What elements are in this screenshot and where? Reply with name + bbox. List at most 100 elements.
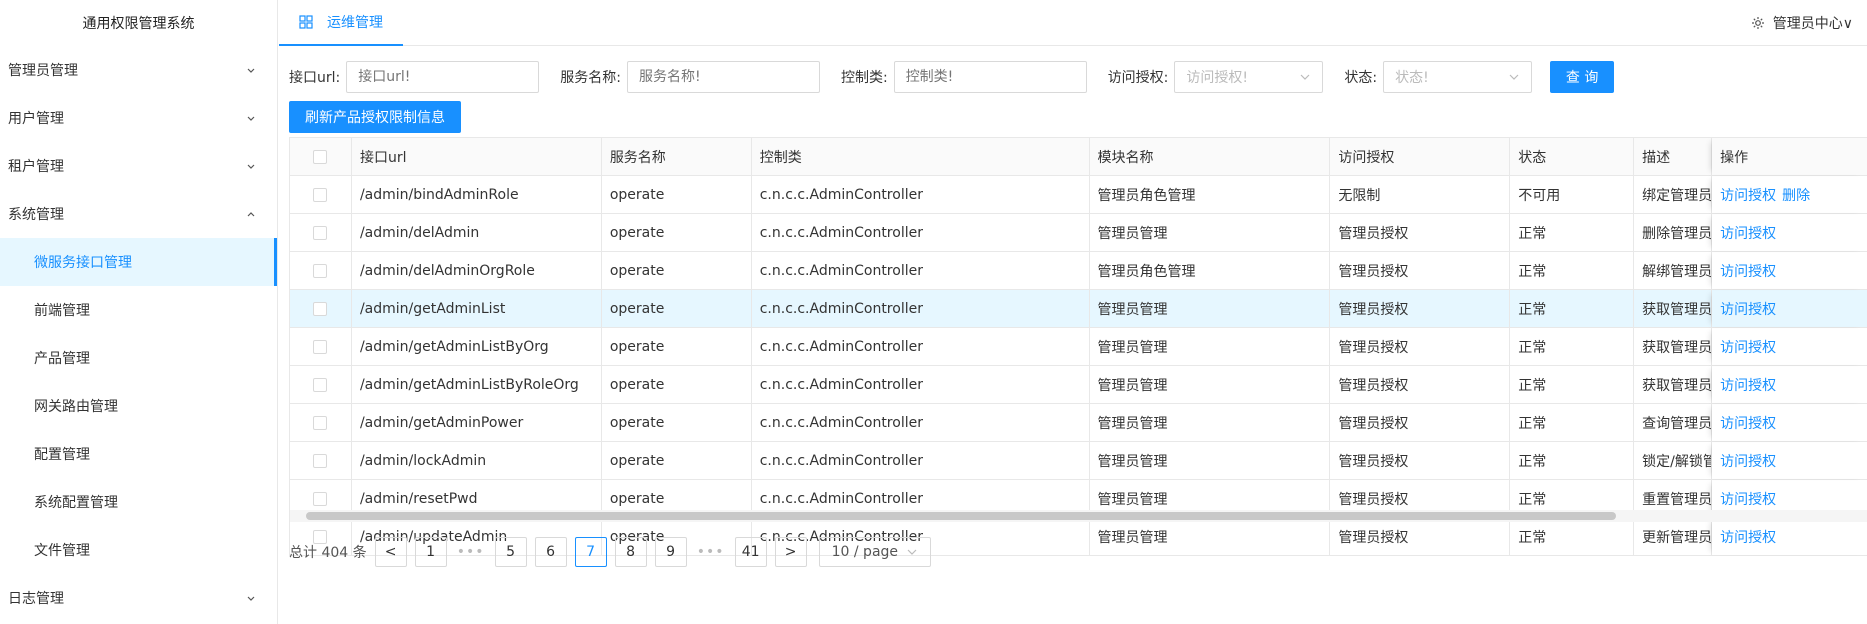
chevron-down-icon [247,596,255,601]
access-auth-link[interactable]: 访问授权 [1720,185,1776,205]
cell-desc: 获取管理员 [1634,290,1713,327]
sidebar-item[interactable]: 日志管理 [0,574,277,622]
page-button[interactable]: 41 [734,537,767,567]
service-input[interactable] [626,61,820,93]
row-checkbox[interactable] [313,187,328,202]
sidebar-item[interactable]: 文件管理 [0,526,277,574]
table-row[interactable]: /admin/bindAdminRole operate c.n.c.c.Admin… [290,176,1867,214]
query-button[interactable]: 查 询 [1550,61,1615,93]
access-auth-link[interactable]: 访问授权 [1720,527,1776,547]
access-select[interactable]: 访问授权! [1174,61,1324,93]
cell-status: 正常 [1510,252,1635,289]
scrollbar-thumb[interactable] [306,512,1616,520]
chevron-down-icon [1509,74,1519,80]
status-label: 状态: [1344,70,1378,86]
checkbox-cell [290,366,352,403]
row-checkbox[interactable] [313,415,328,430]
page-button[interactable]: 1 [414,537,447,567]
cell-access: 管理员授权 [1330,404,1511,441]
total-count: 总计 404 条 [289,545,367,561]
checkbox-cell [290,214,352,251]
row-checkbox[interactable] [313,491,328,506]
cell-ops: 访问授权 [1712,366,1867,403]
sidebar-item[interactable]: 微服务接口管理 [0,238,277,286]
chevron-down-icon [1300,74,1310,80]
access-auth-link[interactable]: 访问授权 [1720,223,1776,243]
page-button[interactable]: 9 [654,537,687,567]
table-row[interactable]: /admin/getAdminListByOrg operate c.n.c.c.A… [290,328,1867,366]
cell-service: operate [602,328,752,365]
column-header: 状态 [1510,138,1635,175]
cell-ops: 访问授权 [1712,252,1867,289]
checkbox-cell [290,328,352,365]
page-button[interactable]: 7 [574,537,607,567]
sidebar-menu: 管理员管理 用户管理 租户管理 系统管理 微服务接口管理 前端管理 产品管理 网关路由管理 配置… [0,46,277,622]
cell-url: /admin/delAdminOrgRole [352,252,602,289]
cell-desc: 获取管理员 [1634,328,1713,365]
sidebar-item[interactable]: 网关路由管理 [0,382,277,430]
prev-page-button[interactable]: < [374,537,407,567]
row-checkbox[interactable] [313,301,328,316]
access-auth-link[interactable]: 访问授权 [1720,299,1776,319]
page-button[interactable]: 8 [614,537,647,567]
row-checkbox[interactable] [313,263,328,278]
access-auth-link[interactable]: 访问授权 [1720,261,1776,281]
url-input[interactable] [346,61,540,93]
column-header: 接口url [352,138,602,175]
sidebar-item[interactable]: 前端管理 [0,286,277,334]
table-row[interactable]: /admin/delAdminOrgRole operate c.n.c.c.Adm… [290,252,1867,290]
table-row[interactable]: /admin/delAdmin operate c.n.c.c.AdminContr… [290,214,1867,252]
access-auth-link[interactable]: 访问授权 [1720,337,1776,357]
row-checkbox[interactable] [313,225,328,240]
row-checkbox[interactable] [313,453,328,468]
page-ellipsis[interactable]: ••• [455,544,487,560]
sidebar-item[interactable]: 系统配置管理 [0,478,277,526]
horizontal-scrollbar[interactable] [289,510,1867,522]
table-row[interactable]: /admin/lockAdmin operate c.n.c.c.AdminCont… [290,442,1867,480]
access-auth-link[interactable]: 访问授权 [1720,451,1776,471]
page-button[interactable]: 6 [534,537,567,567]
cell-desc: 查询管理员 [1634,404,1713,441]
table-row[interactable]: /admin/getAdminListByRoleOrg operate c.n.c… [290,366,1867,404]
sidebar-item[interactable]: 产品管理 [0,334,277,382]
sidebar-item-label: 系统配置管理 [34,495,118,511]
controller-input[interactable] [893,61,1087,93]
page-ellipsis[interactable]: ••• [695,544,727,560]
cell-controller: c.n.c.c.AdminController [752,214,1090,251]
page-button[interactable]: 5 [494,537,527,567]
cell-desc: 获取管理员 [1634,366,1713,403]
status-select[interactable]: 状态! [1383,61,1533,93]
table-row[interactable]: /admin/getAdminList operate c.n.c.c.AdminC… [290,290,1867,328]
cell-module: 管理员管理 [1090,328,1331,365]
column-header: 控制类 [752,138,1090,175]
sidebar-item[interactable]: 租户管理 [0,142,277,190]
admin-center-menu[interactable]: 管理员中心∨ [1751,13,1853,33]
cell-url: /admin/lockAdmin [352,442,602,479]
cell-controller: c.n.c.c.AdminController [752,290,1090,327]
cell-ops: 访问授权 [1712,442,1867,479]
delete-link[interactable]: 删除 [1782,185,1810,205]
page-size-select[interactable]: 10 / page [818,537,932,567]
refresh-product-auth-button[interactable]: 刷新产品授权限制信息 [289,101,461,133]
cell-access: 管理员授权 [1330,518,1511,555]
table-row[interactable]: /admin/getAdminPower operate c.n.c.c.Admin… [290,404,1867,442]
cell-status: 正常 [1510,518,1635,555]
next-page-button[interactable]: > [774,537,807,567]
select-all-checkbox[interactable] [313,149,328,164]
cell-ops: 访问授权 [1712,404,1867,441]
sidebar-item[interactable]: 管理员管理 [0,46,277,94]
cell-url: /admin/getAdminListByOrg [352,328,602,365]
access-auth-link[interactable]: 访问授权 [1720,413,1776,433]
access-auth-link[interactable]: 访问授权 [1720,489,1776,509]
cell-controller: c.n.c.c.AdminController [752,252,1090,289]
cell-service: operate [602,366,752,403]
checkbox-cell [290,252,352,289]
row-checkbox[interactable] [313,377,328,392]
tab-ops[interactable]: 运维管理 [279,0,403,46]
access-auth-link[interactable]: 访问授权 [1720,375,1776,395]
sidebar-item[interactable]: 配置管理 [0,430,277,478]
sidebar-item[interactable]: 系统管理 [0,190,277,238]
sidebar-item[interactable]: 用户管理 [0,94,277,142]
row-checkbox[interactable] [313,339,328,354]
checkbox-cell [290,404,352,441]
